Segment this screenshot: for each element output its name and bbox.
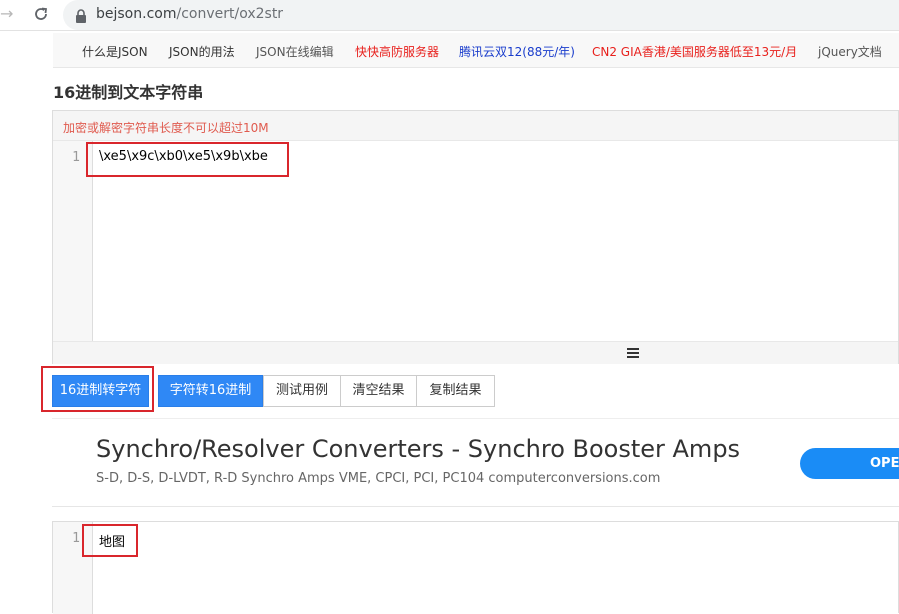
test-case-button[interactable]: 测试用例 [263, 375, 341, 407]
line-number: 1 [72, 531, 80, 546]
highlight-box-output [82, 524, 138, 557]
ad-open-button[interactable]: OPEN [800, 448, 899, 479]
size-warning: 加密或解密字符串长度不可以超过10M [53, 111, 898, 141]
ad-banner[interactable]: Synchro/Resolver Converters - Synchro Bo… [52, 418, 899, 507]
string-to-hex-button[interactable]: 字符转16进制 [158, 375, 263, 407]
address-bar[interactable]: bejson.com/convert/ox2str [63, 0, 899, 30]
nav-jquery-docs[interactable]: jQuery文档 [818, 43, 882, 60]
url-host: bejson.com [96, 6, 177, 22]
clear-result-button[interactable]: 清空结果 [340, 375, 417, 407]
forward-arrow-icon[interactable]: → [0, 4, 16, 24]
editor-resize-bar[interactable] [53, 341, 898, 364]
url-text: bejson.com/convert/ox2str [96, 6, 283, 22]
hamburger-resize-icon[interactable] [627, 348, 639, 358]
nav-what-is-json[interactable]: 什么是JSON [82, 43, 148, 60]
line-number: 1 [72, 150, 80, 165]
nav-ad-tencent-cloud[interactable]: 腾讯云双12(88元/年) [459, 43, 575, 60]
nav-ad-cn2-server[interactable]: CN2 GIA香港/美国服务器低至13元/月 [592, 43, 797, 60]
highlight-box-input [86, 142, 289, 177]
url-path: /convert/ox2str [176, 6, 284, 22]
page-title: 16进制到文本字符串 [53, 83, 204, 102]
size-warning-text: 加密或解密字符串长度不可以超过10M [63, 121, 269, 135]
site-nav: 什么是JSON JSON的用法 JSON在线编辑 快快高防服务器 腾讯云双12(… [53, 33, 899, 68]
browser-toolbar: → bejson.com/convert/ox2str [0, 0, 899, 31]
output-editor[interactable]: 1 地图 [52, 521, 899, 614]
lock-icon [75, 8, 87, 23]
reload-icon[interactable] [31, 4, 51, 24]
highlight-box-button [41, 366, 154, 412]
nav-ad-ddos-server[interactable]: 快快高防服务器 [355, 43, 439, 60]
ad-description: S-D, D-S, D-LVDT, R-D Synchro Amps VME, … [96, 471, 661, 486]
ad-title[interactable]: Synchro/Resolver Converters - Synchro Bo… [96, 435, 740, 463]
nav-json-editor[interactable]: JSON在线编辑 [256, 43, 334, 60]
copy-result-button[interactable]: 复制结果 [416, 375, 495, 407]
nav-json-usage[interactable]: JSON的用法 [169, 43, 235, 60]
